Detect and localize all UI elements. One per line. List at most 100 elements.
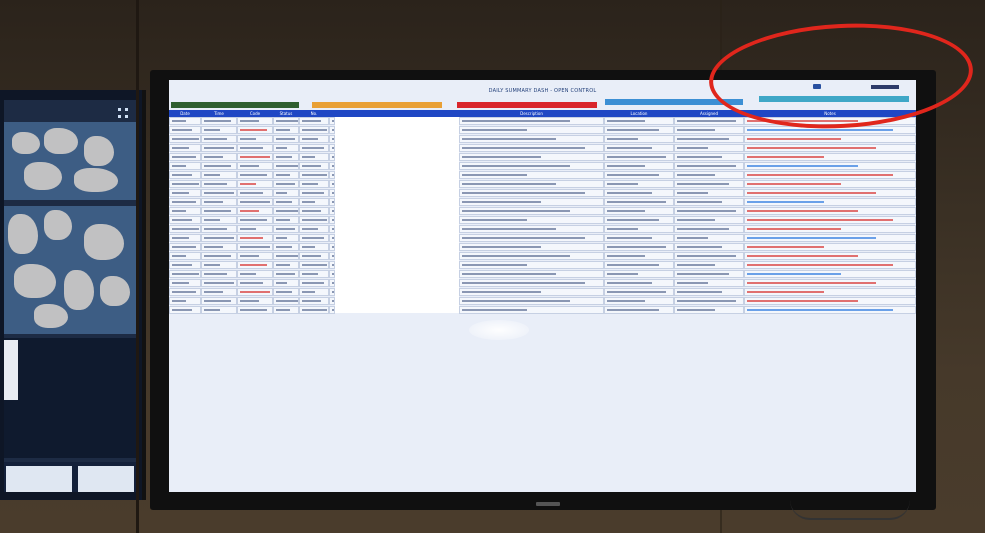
table-cell bbox=[169, 216, 201, 224]
table-row[interactable] bbox=[169, 207, 916, 215]
column-header: Time bbox=[214, 111, 224, 116]
illegible-text bbox=[172, 192, 189, 194]
illegible-text bbox=[462, 201, 541, 203]
column-header: Status bbox=[279, 111, 293, 116]
table-row[interactable] bbox=[169, 225, 916, 233]
illegible-text bbox=[240, 174, 267, 176]
table-row[interactable] bbox=[169, 261, 916, 269]
table-cell bbox=[674, 189, 744, 197]
illegible-text bbox=[677, 147, 708, 149]
table-cell bbox=[237, 306, 273, 314]
left-monitor-screen bbox=[4, 100, 136, 492]
table-row[interactable] bbox=[169, 234, 916, 242]
table-cell bbox=[604, 234, 674, 242]
table-cell bbox=[459, 153, 604, 161]
table-row[interactable] bbox=[169, 153, 916, 161]
table-cell bbox=[237, 279, 273, 287]
illegible-text bbox=[302, 282, 324, 284]
table-row[interactable] bbox=[169, 306, 916, 314]
table-cell bbox=[459, 126, 604, 134]
table-row[interactable] bbox=[169, 297, 916, 305]
illegible-text bbox=[462, 300, 570, 302]
illegible-text bbox=[747, 183, 841, 185]
table-cell bbox=[169, 135, 201, 143]
table-cell bbox=[299, 171, 329, 179]
table-cell bbox=[674, 198, 744, 206]
table-cell bbox=[169, 225, 201, 233]
illegible-text bbox=[204, 183, 227, 185]
expand-icon bbox=[118, 108, 128, 118]
illegible-text bbox=[677, 174, 715, 176]
table-cell bbox=[201, 198, 237, 206]
illegible-text bbox=[677, 237, 708, 239]
table-row[interactable] bbox=[169, 180, 916, 188]
table-cell bbox=[273, 297, 299, 305]
illegible-text bbox=[276, 129, 290, 131]
table-cell bbox=[201, 135, 237, 143]
table-row[interactable] bbox=[169, 252, 916, 260]
illegible-text bbox=[607, 228, 638, 230]
illegible-text bbox=[607, 309, 659, 311]
table-cell bbox=[604, 144, 674, 152]
illegible-text bbox=[677, 273, 729, 275]
redacted-block bbox=[335, 117, 459, 313]
illegible-text bbox=[462, 120, 570, 122]
table-row[interactable] bbox=[169, 198, 916, 206]
table-cell bbox=[169, 288, 201, 296]
table-cell bbox=[604, 171, 674, 179]
illegible-text bbox=[462, 282, 585, 284]
illegible-text bbox=[677, 300, 736, 302]
table-row[interactable] bbox=[169, 243, 916, 251]
table-cell bbox=[169, 189, 201, 197]
illegible-text bbox=[276, 219, 290, 221]
illegible-text bbox=[302, 129, 327, 131]
table-row[interactable] bbox=[169, 270, 916, 278]
table-cell bbox=[604, 126, 674, 134]
table-cell bbox=[459, 252, 604, 260]
illegible-text bbox=[240, 120, 259, 122]
table-cell bbox=[237, 234, 273, 242]
illegible-text bbox=[204, 300, 231, 302]
illegible-text bbox=[276, 309, 290, 311]
table-cell bbox=[744, 270, 916, 278]
illegible-text bbox=[172, 228, 199, 230]
table-row[interactable] bbox=[169, 162, 916, 170]
table-cell bbox=[459, 189, 604, 197]
table-cell bbox=[674, 135, 744, 143]
table-row[interactable] bbox=[169, 135, 916, 143]
table-row[interactable] bbox=[169, 216, 916, 224]
illegible-text bbox=[747, 192, 876, 194]
illegible-text bbox=[204, 282, 234, 284]
table-cell bbox=[674, 117, 744, 125]
table-cell bbox=[201, 162, 237, 170]
illegible-text bbox=[172, 210, 186, 212]
illegible-text bbox=[276, 210, 298, 212]
illegible-text bbox=[204, 255, 231, 257]
illegible-text bbox=[607, 264, 659, 266]
table-cell bbox=[674, 207, 744, 215]
table-cell bbox=[273, 198, 299, 206]
table-cell bbox=[299, 216, 329, 224]
illegible-text bbox=[677, 183, 729, 185]
illegible-text bbox=[276, 201, 292, 203]
table-cell bbox=[169, 144, 201, 152]
table-row[interactable] bbox=[169, 144, 916, 152]
illegible-text bbox=[677, 165, 736, 167]
table-cell bbox=[604, 288, 674, 296]
table-cell bbox=[237, 297, 273, 305]
illegible-text bbox=[302, 264, 327, 266]
illegible-text bbox=[204, 246, 223, 248]
illegible-text bbox=[747, 165, 858, 167]
illegible-text bbox=[607, 138, 638, 140]
table-cell bbox=[674, 306, 744, 314]
illegible-text bbox=[240, 237, 263, 239]
illegible-text bbox=[172, 246, 196, 248]
table-row[interactable] bbox=[169, 279, 916, 287]
table-cell bbox=[459, 180, 604, 188]
illegible-text bbox=[747, 300, 858, 302]
table-row[interactable] bbox=[169, 171, 916, 179]
illegible-text bbox=[240, 219, 267, 221]
illegible-text bbox=[276, 156, 292, 158]
table-row[interactable] bbox=[169, 189, 916, 197]
table-row[interactable] bbox=[169, 288, 916, 296]
